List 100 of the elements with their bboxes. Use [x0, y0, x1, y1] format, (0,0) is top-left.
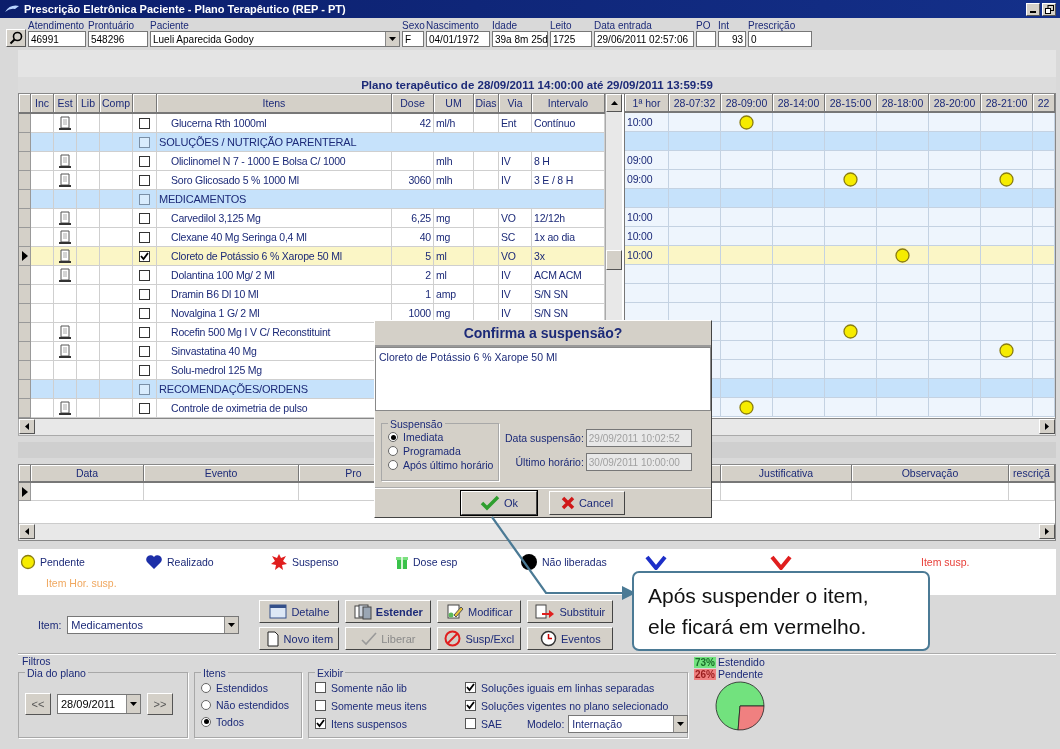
input-field[interactable]: 1725 — [550, 31, 592, 47]
column-header: Comp — [100, 94, 133, 114]
table-row[interactable]: Glucerna Rth 1000ml 42 ml/h Ent Contínuo — [19, 114, 605, 133]
legend-label: Não liberadas — [542, 555, 607, 568]
table-cell: 6,25 — [411, 212, 431, 224]
input-field[interactable]: 46991 — [28, 31, 86, 47]
field-label: Prescrição — [748, 20, 797, 31]
input-field[interactable]: 39a 8m 25d — [492, 31, 548, 47]
table-cell: 10:00 — [627, 211, 653, 223]
previous-button[interactable]: << — [25, 693, 51, 715]
table-cell: 3 E / 8 H — [534, 174, 574, 186]
table-row[interactable]: 10:00 — [625, 246, 1055, 265]
input-field[interactable]: 548296 — [88, 31, 148, 47]
table-row[interactable]: 09:00 — [625, 170, 1055, 189]
radio-button[interactable]: Estendidos — [201, 679, 295, 696]
text-area[interactable]: Cloreto de Potássio 6 % Xarope 50 Ml — [375, 347, 711, 411]
table-row[interactable]: Dolantina 100 Mg/ 2 Ml 2 ml IV ACM ACM — [19, 266, 605, 285]
table-cell: mg — [436, 231, 451, 243]
table-row[interactable]: Soro Glicosado 5 % 1000 Ml 3060 mlh IV 3 E / 8 H — [19, 171, 605, 190]
table-cell: 40 — [419, 231, 431, 243]
checkbox[interactable]: Somente não lib — [315, 679, 465, 696]
table-row[interactable]: 10:00 — [625, 113, 1055, 132]
table-row[interactable]: 10:00 — [625, 227, 1055, 246]
input-field[interactable]: 29/06/2011 02:57:06 — [594, 31, 694, 47]
table-row[interactable]: Clexane 40 Mg Seringa 0,4 Ml 40 mg SC 1x ao dia — [19, 228, 605, 247]
input-field[interactable]: 04/01/1972 — [426, 31, 490, 47]
table-row[interactable]: Cloreto de Potássio 6 % Xarope 50 Ml 5 ml VO 3x — [19, 247, 605, 266]
table-row[interactable]: 09:00 — [625, 151, 1055, 170]
table-cell: VO — [501, 250, 516, 262]
column-header: rescriçã — [1009, 465, 1055, 483]
column-header: 22 — [1033, 94, 1055, 113]
table-cell: 5 — [425, 250, 431, 262]
legend-label: Pendente — [718, 668, 763, 680]
column-header: Lib — [77, 94, 100, 114]
radio-button[interactable]: Programada — [388, 444, 492, 458]
radio-button[interactable]: Todos — [201, 713, 295, 730]
action-button[interactable]: Eventos — [527, 627, 614, 650]
action-button[interactable]: Substituir — [527, 600, 614, 623]
action-button[interactable]: Novo item — [259, 627, 340, 650]
action-button[interactable]: Detalhe — [259, 600, 340, 623]
table-row[interactable]: Carvedilol 3,125 Mg 6,25 mg VO 12/12h — [19, 209, 605, 228]
table-row[interactable]: SOLUÇÕES / NUTRIÇÃO PARENTERAL — [19, 133, 605, 152]
field-label: Int — [718, 20, 731, 31]
checkbox[interactable]: Soluções iguais em linhas separadas — [465, 679, 689, 696]
table-cell: S/N SN — [534, 288, 568, 300]
legend-label: Realizado — [167, 555, 214, 568]
checkbox[interactable]: SAE — [465, 715, 527, 732]
column-header: 28-15:00 — [825, 94, 877, 113]
input-field[interactable]: 93 — [718, 31, 746, 47]
column-header: 28-09:00 — [721, 94, 773, 113]
table-cell: IV — [501, 174, 511, 186]
table-cell: IV — [501, 269, 511, 281]
input-field[interactable]: F — [402, 31, 424, 47]
table-cell: 1000 — [408, 307, 431, 319]
table-cell: IV — [501, 307, 511, 319]
value-label: 26% — [694, 668, 716, 680]
field-label: Data suspensão: — [505, 432, 584, 444]
table-row[interactable]: Oliclinomel N 7 - 1000 E Bolsa C/ 1000 mlh IV 8 H — [19, 152, 605, 171]
section-label: RECOMENDAÇÕES/ORDENS — [159, 383, 308, 395]
table-cell: 12/12h — [534, 212, 565, 224]
checkbox[interactable]: Itens suspensos — [315, 715, 465, 732]
ok-button[interactable]: Ok — [461, 491, 537, 515]
window-title: Prescrição Eletrônica Paciente - Plano Terapêutico (REP - PT) — [24, 3, 346, 15]
column-header: 28-07:32 — [669, 94, 721, 113]
legend-label: Suspenso — [292, 555, 339, 568]
legend-label: Estendido — [718, 656, 765, 668]
date-dropdown[interactable]: 28/09/2011 — [57, 694, 141, 714]
table-cell: Ent — [501, 117, 517, 129]
checkbox[interactable]: Soluções vigentes no plano selecionado — [465, 697, 689, 714]
table-cell: Novalgina 1 G/ 2 Ml — [171, 307, 260, 319]
table-row[interactable]: Novalgina 1 G/ 2 Ml 1000 mg IV S/N SN — [19, 304, 605, 323]
table-cell: 42 — [419, 117, 431, 129]
dropdown-field[interactable]: Lueli Aparecida Godoy — [150, 31, 400, 47]
table-cell: mg — [436, 212, 451, 224]
field-label: Idade — [492, 20, 519, 31]
table-row[interactable]: 10:00 — [625, 208, 1055, 227]
table-cell: IV — [501, 288, 511, 300]
action-button[interactable]: Susp/Excl — [437, 627, 522, 650]
legend-label: Item Hor. susp. — [45, 577, 117, 589]
column-header: Justificativa — [721, 465, 852, 483]
column-header: UM — [434, 94, 474, 114]
input-field[interactable]: 0 — [748, 31, 812, 47]
table-row[interactable]: Dramin B6 Dl 10 Ml 1 amp IV S/N SN — [19, 285, 605, 304]
group-label: Dia do plano — [25, 667, 88, 679]
cancel-button[interactable]: Cancel — [549, 491, 625, 515]
field-label: Item: — [38, 619, 62, 631]
table-row[interactable]: MEDICAMENTOS — [19, 190, 605, 209]
radio-button[interactable]: Imediata — [388, 430, 492, 444]
table-cell: Glucerna Rth 1000ml — [171, 117, 267, 129]
table-cell: SC — [501, 231, 516, 243]
radio-button[interactable]: Não estendidos — [201, 696, 295, 713]
action-button[interactable]: Modificar — [437, 600, 522, 623]
section-label: MEDICAMENTOS — [159, 193, 247, 205]
action-button[interactable]: Estender — [345, 600, 432, 623]
table-cell: Carvedilol 3,125 Mg — [171, 212, 261, 224]
dropdown-field[interactable]: Medicamentos — [67, 616, 240, 634]
checkbox[interactable]: Somente meus itens — [315, 697, 465, 714]
dropdown-field[interactable]: Internação — [568, 715, 689, 733]
next-button[interactable]: >> — [147, 693, 173, 715]
column-header: Est — [54, 94, 77, 114]
